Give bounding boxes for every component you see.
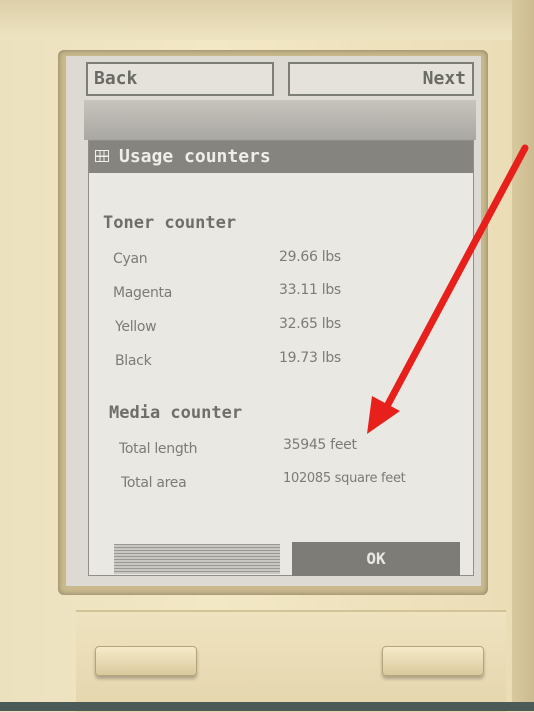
toner-row-label: Yellow	[115, 319, 157, 335]
toner-row-value: 32.65 lbs	[279, 316, 341, 332]
toner-row-label: Magenta	[113, 285, 172, 301]
usage-counters-dialog: Usage counters Toner counter Cyan 29.66 …	[88, 140, 474, 576]
media-row-label: Total area	[121, 475, 187, 491]
casing-right-edge	[512, 0, 534, 711]
next-button[interactable]: Next	[288, 62, 474, 96]
dialog-title: Usage counters	[119, 146, 271, 167]
disabled-button	[114, 544, 280, 574]
toner-row-label: Cyan	[113, 251, 148, 267]
background-band	[84, 100, 476, 140]
media-counter-heading: Media counter	[109, 403, 243, 423]
toner-row-value: 33.11 lbs	[279, 282, 341, 298]
media-row-label: Total length	[119, 441, 198, 457]
toner-row-value: 19.73 lbs	[279, 350, 341, 366]
toner-row-label: Black	[115, 353, 152, 369]
dialog-titlebar: Usage counters	[89, 141, 473, 173]
lcd-screen: Back Next Usage counters Toner counter C…	[66, 56, 481, 586]
right-hardware-key[interactable]	[382, 646, 484, 676]
back-button[interactable]: Back	[86, 62, 274, 96]
toner-row-value: 29.66 lbs	[279, 249, 341, 265]
ok-button[interactable]: OK	[292, 542, 460, 576]
media-row-value: 35945 feet	[283, 437, 357, 453]
toner-counter-heading: Toner counter	[103, 213, 237, 233]
bottom-strip	[0, 702, 534, 711]
left-hardware-key[interactable]	[95, 646, 197, 676]
media-row-value: 102085 square feet	[283, 471, 406, 486]
grid-icon	[95, 150, 109, 162]
casing-top-edge	[0, 0, 534, 40]
